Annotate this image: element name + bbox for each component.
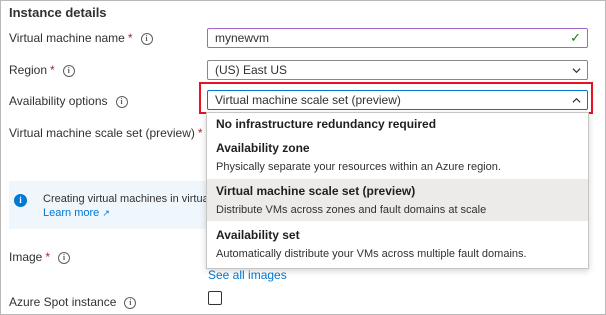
region-value: (US) East US [215, 63, 288, 77]
checkmark-icon: ✓ [570, 30, 581, 45]
required-mark: * [45, 250, 51, 264]
option-title: Virtual machine scale set (preview) [216, 184, 416, 198]
option-title: Availability set [216, 228, 300, 242]
region-select[interactable]: (US) East US [207, 60, 588, 80]
option-description: Automatically distribute your VMs across… [216, 248, 527, 260]
availability-label: Availability options i [9, 94, 128, 108]
dropdown-option[interactable]: No infrastructure redundancy required [207, 113, 588, 137]
required-mark: * [50, 63, 55, 77]
region-label-text: Region [9, 63, 48, 77]
info-icon[interactable]: i [140, 33, 153, 45]
spot-label: Azure Spot instance i [9, 295, 137, 309]
availability-select[interactable]: Virtual machine scale set (preview) [207, 90, 588, 110]
section-title: Instance details [9, 5, 107, 20]
availability-dropdown-list: No infrastructure redundancy required Av… [206, 112, 589, 269]
vm-name-value: mynewvm [215, 31, 270, 45]
learn-more-link[interactable]: Learn more [43, 207, 99, 219]
chevron-down-icon [572, 68, 581, 74]
scale-set-label: Virtual machine scale set (preview)*i [9, 126, 223, 140]
option-description: Distribute VMs across zones and fault do… [216, 204, 487, 216]
info-icon[interactable]: i [62, 65, 75, 77]
option-description: Physically separate your resources withi… [216, 161, 501, 173]
option-title: No infrastructure redundancy required [216, 117, 437, 131]
external-link-icon[interactable]: ↗ [102, 208, 110, 218]
required-mark: * [127, 31, 133, 45]
availability-label-text: Availability options [9, 94, 108, 108]
vm-name-label-text: Virtual machine name [9, 31, 125, 45]
info-filled-icon: i [14, 194, 27, 207]
image-label: Image * i [9, 250, 71, 264]
info-icon[interactable]: i [115, 96, 128, 108]
vm-name-input[interactable]: mynewvm ✓ [207, 28, 588, 48]
image-label-text: Image [9, 250, 43, 264]
scale-set-label-text: Virtual machine scale set (preview) [9, 126, 195, 140]
dropdown-option[interactable]: Availability zone Physically separate yo… [207, 137, 588, 179]
chevron-up-icon [572, 97, 581, 103]
spot-label-text: Azure Spot instance [9, 295, 117, 309]
vm-name-label: Virtual machine name * i [9, 31, 153, 45]
dropdown-option[interactable]: Availability set Automatically distribut… [207, 221, 588, 267]
option-title: Availability zone [216, 141, 310, 155]
availability-value: Virtual machine scale set (preview) [215, 93, 401, 107]
spot-checkbox[interactable] [208, 291, 222, 305]
required-mark: * [197, 126, 203, 140]
info-icon[interactable]: i [124, 297, 137, 309]
region-label: Region * i [9, 63, 75, 77]
info-icon[interactable]: i [58, 252, 71, 264]
dropdown-option-selected[interactable]: Virtual machine scale set (preview) Dist… [207, 179, 588, 221]
see-all-images-link[interactable]: See all images [208, 268, 287, 282]
